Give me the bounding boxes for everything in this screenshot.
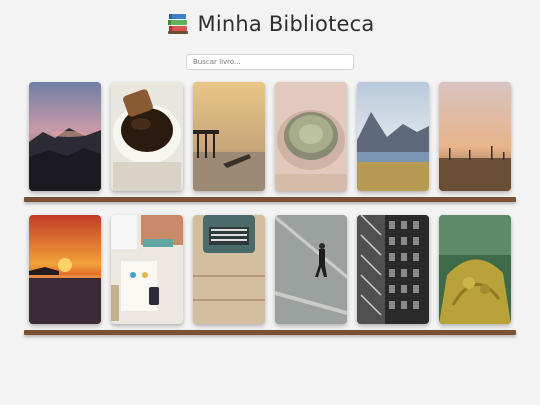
stacked-books-icon [166, 12, 190, 36]
book-cover-desk-workspace[interactable] [111, 215, 183, 324]
book-cover-pier-sunset[interactable] [193, 82, 265, 191]
page-title: Minha Biblioteca [197, 12, 375, 36]
page-header: Minha Biblioteca [0, 12, 540, 36]
book-cover-street-walker[interactable] [275, 215, 347, 324]
shelf-plank [24, 197, 516, 202]
book-cover-desert-dusk[interactable] [439, 82, 511, 191]
book-cover-mountain-sunset[interactable] [29, 82, 101, 191]
book-cover-typewriter[interactable] [193, 215, 265, 324]
bookshelf-2 [24, 215, 516, 335]
search-input[interactable] [186, 54, 354, 70]
book-cover-cactus-pot[interactable] [275, 82, 347, 191]
shelf-plank [24, 330, 516, 335]
book-cover-building-facade[interactable] [357, 215, 429, 324]
book-cover-mossy-tree[interactable] [439, 215, 511, 324]
book-row [29, 215, 511, 324]
book-cover-coffee-cup[interactable] [111, 82, 183, 191]
bookshelf-1 [24, 82, 516, 202]
book-row [29, 82, 511, 191]
book-cover-ocean-sunset[interactable] [29, 215, 101, 324]
book-cover-lake-mountains[interactable] [357, 82, 429, 191]
